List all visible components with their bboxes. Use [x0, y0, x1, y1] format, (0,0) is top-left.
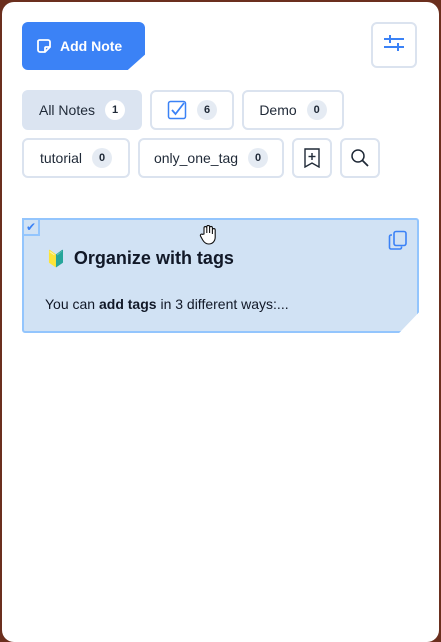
add-tag-button[interactable]	[292, 138, 332, 178]
filter-only-one-tag[interactable]: only_one_tag 0	[138, 138, 284, 178]
filter-tutorial[interactable]: tutorial 0	[22, 138, 130, 178]
note-body-prefix: You can	[45, 296, 99, 312]
filter-label: All Notes	[38, 102, 96, 118]
filter-count: 6	[197, 100, 217, 120]
add-note-fold	[128, 55, 145, 70]
note-icon	[36, 38, 52, 54]
note-card[interactable]: ✔ 🔰 Organize with tags You can add tags …	[22, 218, 419, 333]
check-icon: ✔	[25, 220, 37, 234]
filter-all-notes[interactable]: All Notes 1	[22, 90, 142, 130]
note-body-bold: add tags	[98, 296, 157, 312]
note-fold	[395, 309, 417, 331]
filter-count: 0	[306, 100, 327, 120]
filter-label: only_one_tag	[153, 150, 239, 166]
add-note-label: Add Note	[60, 38, 123, 54]
note-body: You can add tags in 3 different ways:...	[45, 296, 289, 312]
note-body-suffix: in 3 different ways:...	[156, 296, 289, 312]
copy-icon	[388, 230, 408, 250]
add-note-button[interactable]: Add Note	[22, 22, 145, 70]
filter-label: tutorial	[39, 150, 83, 166]
filter-count: 1	[105, 100, 126, 120]
search-button[interactable]	[340, 138, 380, 178]
filter-demo[interactable]: Demo 0	[242, 90, 344, 130]
filter-count: 0	[92, 148, 113, 168]
main-panel: Add Note All Notes 1 6 Demo 0 tutorial 0…	[2, 2, 439, 642]
beginner-emoji: 🔰	[46, 250, 66, 268]
bookmark-plus-icon	[303, 148, 321, 168]
settings-button[interactable]	[371, 22, 417, 68]
select-checkbox[interactable]: ✔	[22, 218, 40, 236]
sliders-icon	[383, 34, 405, 57]
note-title: 🔰 Organize with tags	[46, 248, 234, 269]
search-icon	[350, 148, 370, 168]
filter-checked[interactable]: 6	[150, 90, 234, 130]
hand-cursor-icon	[199, 224, 217, 250]
filter-count: 0	[248, 148, 269, 168]
note-title-text: Organize with tags	[73, 248, 234, 268]
copy-button[interactable]	[388, 230, 408, 250]
checkbox-icon	[167, 100, 187, 120]
filter-label: Demo	[259, 102, 297, 118]
